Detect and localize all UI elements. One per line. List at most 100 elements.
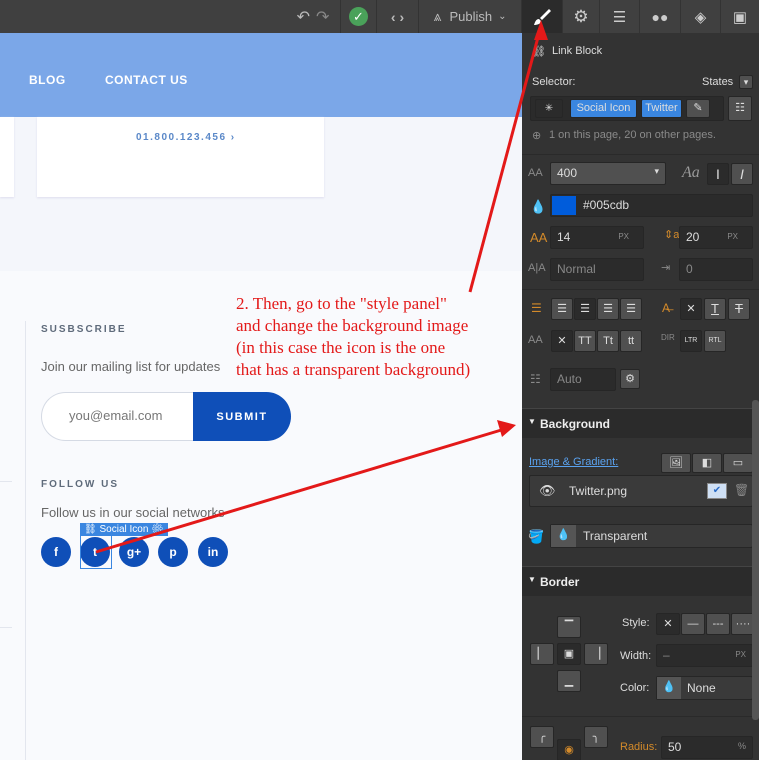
rtl-button[interactable]: RTL	[704, 330, 726, 352]
radius-input[interactable]: 50 %	[661, 736, 753, 759]
uppercase-button[interactable]: TT	[574, 330, 596, 352]
border-section-header[interactable]: ▼ Border	[522, 566, 759, 596]
bg-color-field[interactable]: 💧 Transparent	[550, 524, 753, 548]
color-swatch[interactable]	[552, 196, 576, 215]
submit-button[interactable]: SUBMIT	[193, 392, 291, 441]
border-bottom-button[interactable]: ▁	[557, 670, 581, 692]
align-center-button[interactable]: ☰	[574, 298, 596, 320]
font-weight-select[interactable]: 400 ▾	[550, 162, 666, 185]
divider	[522, 289, 759, 290]
align-justify-button[interactable]: ☰	[620, 298, 642, 320]
undo-redo-group[interactable]: ↶ ↷	[286, 0, 340, 33]
border-color-value: None	[687, 681, 716, 695]
border-color-label: Color:	[620, 682, 650, 694]
ltr-button[interactable]: LTR	[680, 330, 702, 352]
nav-contact-link[interactable]: CONTACT US	[105, 73, 188, 87]
separator	[0, 481, 12, 482]
class-chip-social-icon[interactable]: Social Icon	[570, 99, 637, 118]
assets-tab[interactable]: ▣	[720, 0, 759, 33]
radius-all-button[interactable]: ◉	[557, 739, 581, 760]
align-right-button[interactable]: ☰	[597, 298, 619, 320]
states-dropdown[interactable]: ▾	[739, 75, 753, 89]
border-all-button[interactable]: ▣	[557, 643, 581, 665]
symbols-tab[interactable]: ◈	[680, 0, 720, 33]
capitalize-button[interactable]: Tt	[597, 330, 619, 352]
transform-none-button[interactable]: ✕	[551, 330, 573, 352]
align-left-button[interactable]: ☰	[551, 298, 573, 320]
selector-type-icon[interactable]: ✳	[535, 99, 563, 118]
font-color-field[interactable]: #005cdb	[550, 194, 753, 217]
google-plus-icon[interactable]: g+	[119, 537, 149, 567]
border-right-button[interactable]: ▕	[584, 643, 608, 665]
redo-icon[interactable]: ↷	[316, 7, 329, 27]
code-button[interactable]: ‹ ›	[376, 0, 418, 33]
line-height-input[interactable]: 20 PX	[679, 226, 753, 249]
border-width-input[interactable]: – PX	[656, 644, 753, 667]
columns-icon: ☷	[530, 372, 541, 386]
nav-blog-link[interactable]: BLOG	[29, 73, 66, 87]
columns-input[interactable]: Auto	[550, 368, 616, 391]
email-input[interactable]: you@email.com	[41, 392, 201, 441]
contact-card	[37, 117, 324, 197]
border-style-label: Style:	[622, 617, 650, 629]
lowercase-button[interactable]: tt	[620, 330, 642, 352]
decoration-icon: A̶	[662, 301, 671, 315]
border-style-solid[interactable]: —	[681, 613, 705, 635]
caret-down-icon: ▼	[528, 417, 536, 426]
linkedin-icon[interactable]: in	[198, 537, 228, 567]
style-panel-tab[interactable]	[521, 0, 562, 33]
selector-options-icon[interactable]: ☷	[728, 96, 752, 121]
follow-text: Follow us in our social networks	[41, 505, 225, 520]
facebook-icon[interactable]: f	[41, 537, 71, 567]
columns-settings-icon[interactable]: ⚙	[620, 369, 640, 389]
strikethrough-button[interactable]: T	[728, 298, 750, 320]
radius-top-right-button[interactable]: ╮	[584, 726, 608, 748]
divider	[522, 716, 759, 717]
class-chip-twitter[interactable]: Twitter	[641, 99, 682, 118]
phone-number[interactable]: 01.800.123.456 ›	[136, 132, 236, 143]
border-top-button[interactable]: ▔	[557, 616, 581, 638]
font-size-unit: PX	[618, 232, 629, 241]
settings-tab[interactable]: ⚙	[562, 0, 599, 33]
selected-tag-label: Social Icon	[99, 524, 149, 535]
add-linear-gradient-button[interactable]: ◧	[692, 453, 722, 473]
drops-icon: ●●	[651, 8, 669, 25]
states-label[interactable]: States	[702, 76, 733, 88]
paint-bucket-icon: 🪣	[528, 529, 545, 544]
radius-top-left-button[interactable]: ╭	[530, 726, 554, 748]
selector-field[interactable]: ✳ Social Icon Twitter ✎	[530, 96, 724, 121]
underline-button[interactable]: T	[704, 298, 726, 320]
text-indent-input[interactable]: 0	[679, 258, 753, 281]
italic-on-button[interactable]: I	[731, 163, 753, 185]
italic-off-button[interactable]: I	[707, 163, 729, 185]
panel-scrollbar[interactable]	[752, 400, 759, 720]
decoration-none-button[interactable]: ✕	[680, 298, 702, 320]
letter-spacing-input[interactable]: Normal	[550, 258, 644, 281]
border-style-none[interactable]: ✕	[656, 613, 680, 635]
border-left-button[interactable]: ▏	[530, 643, 554, 665]
pinterest-icon[interactable]: p	[158, 537, 188, 567]
publish-button[interactable]: ⩓ Publish ⌄	[418, 0, 521, 33]
check-button[interactable]: ✓	[340, 0, 376, 33]
add-image-button[interactable]: 🖼	[661, 453, 691, 473]
swatches-tab[interactable]: ●●	[639, 0, 680, 33]
publish-icon: ⩓	[433, 8, 442, 24]
color-drop-icon[interactable]: 💧	[657, 677, 681, 699]
undo-icon[interactable]: ↶	[297, 7, 310, 27]
background-section-header[interactable]: ▼ Background	[522, 408, 759, 438]
add-radial-gradient-button[interactable]: ▭	[723, 453, 753, 473]
border-heading: Border	[540, 575, 580, 589]
screen: ↶ ↷ ✓ ‹ › ⩓ Publish ⌄ ⚙ ☰ ●● ◈ ▣ BLOG CO…	[0, 0, 759, 760]
image-gradient-label[interactable]: Image & Gradient:	[529, 456, 618, 468]
transparent-swatch[interactable]: 💧	[551, 525, 576, 547]
border-color-field[interactable]: 💧 None	[656, 676, 753, 700]
navigator-tab[interactable]: ☰	[599, 0, 639, 33]
border-style-dashed[interactable]: ---	[706, 613, 730, 635]
font-size-input[interactable]: 14 PX	[550, 226, 644, 249]
edit-selector-icon[interactable]: ✎	[686, 99, 710, 118]
eye-icon[interactable]: 👁	[539, 483, 556, 499]
background-layer[interactable]: 👁 Twitter.png ✔ 🗑	[529, 475, 753, 507]
text-align-icon: ☰	[531, 301, 542, 315]
trash-icon[interactable]: 🗑	[734, 483, 749, 497]
brush-icon	[534, 8, 551, 25]
